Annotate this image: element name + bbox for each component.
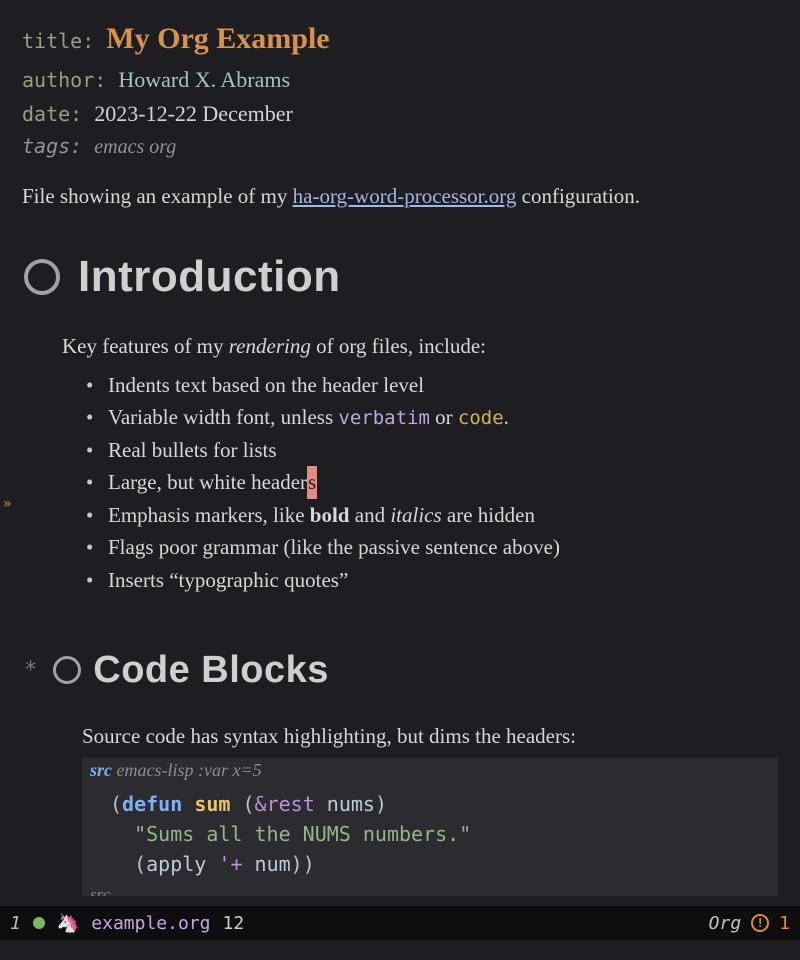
list-item: Indents text based on the header level — [86, 369, 778, 402]
list-item: Variable width font, unless verbatim or … — [86, 401, 778, 434]
document-author: Howard X. Abrams — [118, 67, 290, 92]
verbatim-sample: verbatim — [338, 407, 430, 429]
heading-introduction: Introduction — [78, 252, 341, 302]
emacs-logo-icon: 🦄 — [57, 913, 79, 934]
minibuffer[interactable] — [0, 940, 800, 960]
document-title: My Org Example — [106, 22, 329, 55]
document-date: 2023-12-22 December — [94, 101, 293, 126]
list-item: Emphasis markers, like bold and italics … — [86, 499, 778, 532]
intro-paragraph: File showing an example of my ha-org-wor… — [22, 181, 778, 213]
intro-lead: Key features of my rendering of org file… — [62, 330, 778, 363]
window-number: 1 — [10, 913, 21, 934]
src-block-footer: src — [82, 885, 778, 896]
meta-title-line: title: My Org Example — [22, 16, 778, 63]
fringe-indicator-icon: » — [3, 496, 11, 512]
list-item: Flags poor grammar (like the passive sen… — [86, 531, 778, 564]
heading-code-blocks: Code Blocks — [93, 649, 329, 692]
line-number: 12 — [222, 913, 244, 934]
code-sample: code — [458, 407, 504, 429]
heading-bullet-icon — [24, 259, 60, 295]
heading-introduction-row: Introduction — [24, 252, 778, 302]
src-block-header: src emacs-lisp :var x=5 — [82, 758, 778, 783]
flycheck-count: 1 — [779, 913, 790, 934]
meta-key-author: author: — [22, 68, 106, 92]
meta-key-tags: tags: — [22, 134, 82, 158]
intro-text-pre: File showing an example of my — [22, 184, 293, 208]
list-item: Inserts “typographic quotes” — [86, 564, 778, 597]
meta-key-title: title: — [22, 29, 94, 53]
text-cursor: s — [307, 466, 317, 499]
modified-indicator-icon — [33, 917, 45, 929]
heading-codeblocks-row: * Code Blocks — [24, 649, 778, 692]
meta-tags-line: tags: emacs org — [22, 131, 778, 163]
org-star-icon: * — [24, 658, 37, 683]
major-mode[interactable]: Org — [709, 913, 742, 934]
flycheck-warning-icon[interactable]: ! — [751, 914, 769, 932]
intro-text-post: configuration. — [516, 184, 640, 208]
meta-author-line: author: Howard X. Abrams — [22, 63, 778, 97]
codeblocks-lead: Source code has syntax highlighting, but… — [82, 720, 778, 753]
list-item: Large, but white headers — [86, 466, 778, 499]
feature-list: Indents text based on the header level V… — [86, 369, 778, 597]
document-tags: emacs org — [94, 136, 176, 158]
src-block-body[interactable]: (defun sum (&rest nums) "Sums all the NU… — [82, 783, 778, 885]
meta-date-line: date: 2023-12-22 December — [22, 97, 778, 131]
buffer-name[interactable]: example.org — [91, 913, 210, 934]
meta-key-date: date: — [22, 102, 82, 126]
list-item: Real bullets for lists — [86, 434, 778, 467]
mode-line[interactable]: 1 🦄 example.org 12 Org ! 1 — [0, 906, 800, 940]
editor-buffer[interactable]: title: My Org Example author: Howard X. … — [0, 0, 800, 896]
config-link[interactable]: ha-org-word-processor.org — [293, 184, 517, 208]
heading-bullet-icon — [53, 656, 81, 684]
